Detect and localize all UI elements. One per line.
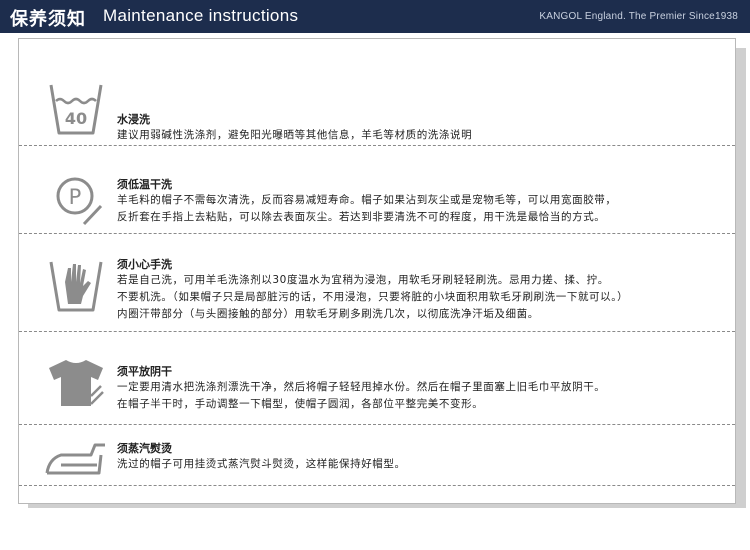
section-heading: 水浸洗 [117,113,150,126]
section-line: 若是自己洗，可用羊毛洗涤剂以30度温水为宜稍为浸泡，用软毛牙刷轻轻刷洗。忌用力搓… [117,274,609,286]
section-heading: 须小心手洗 [117,258,172,271]
section-line: 内圈汗带部分（与头圈接触的部分）用软毛牙刷多刷洗几次，以彻底洗净汗垢及细菌。 [117,308,539,320]
wash-40-icon: 40 [41,79,111,139]
section-line: 反折套在手指上去粘贴，可以除去表面灰尘。若达到非要清洗不可的程度，用干洗是最恰当… [117,211,606,223]
dry-clean-letter: P [69,185,82,209]
section-line: 羊毛料的帽子不需每次清洗，反而容易减短寿命。帽子如果沾到灰尘或是宠物毛等，可以用… [117,194,617,206]
section-heading: 须平放阴干 [117,365,172,378]
section-steam-iron: 须蒸汽熨烫 洗过的帽子可用挂烫式蒸汽熨斗熨烫，这样能保持好帽型。 [19,425,735,486]
page-title-en: Maintenance instructions [103,6,299,25]
section-flat-dry: 须平放阴干 一定要用清水把洗涤剂漂洗干净，然后将帽子轻轻甩掉水份。然后在帽子里面… [19,332,735,425]
hand-wash-icon [41,256,111,316]
steam-iron-icon [41,433,111,493]
page-title-cn: 保养须知 [10,9,86,30]
section-hand-wash: 须小心手洗 若是自己洗，可用羊毛洗涤剂以30度温水为宜稍为浸泡，用软毛牙刷轻轻刷… [19,234,735,332]
brand-tagline: KANGOL England. The Premier Since1938 [539,11,738,22]
section-wash: 40 水浸洗 建议用弱碱性洗涤剂，避免阳光曝晒等其他信息，羊毛等材质的洗涤说明 [19,39,735,146]
section-line: 建议用弱碱性洗涤剂，避免阳光曝晒等其他信息，羊毛等材质的洗涤说明 [117,129,473,141]
section-line: 一定要用清水把洗涤剂漂洗干净，然后将帽子轻轻甩掉水份。然后在帽子里面塞上旧毛巾平… [117,381,606,393]
section-heading: 须蒸汽熨烫 [117,442,172,455]
section-heading: 须低温干洗 [117,178,172,191]
wash-temperature-label: 40 [65,109,87,128]
flat-dry-shade-icon [41,354,111,414]
section-dry-clean: P 须低温干洗 羊毛料的帽子不需每次清洗，反而容易减短寿命。帽子如果沾到灰尘或是… [19,146,735,234]
header-bar: 保养须知 Maintenance instructions KANGOL Eng… [0,0,750,33]
section-line: 不要机洗。（如果帽子只是局部脏污的话，不用浸泡，只要将脏的小块面积用软毛牙刷刷洗… [117,291,629,303]
section-line: 洗过的帽子可用挂烫式蒸汽熨斗熨烫，这样能保持好帽型。 [117,458,406,470]
section-line: 在帽子半干时，手动调整一下帽型，使帽子圆润，各部位平整完美不变形。 [117,398,484,410]
dry-clean-p-icon: P [41,168,111,228]
instructions-card: 40 水浸洗 建议用弱碱性洗涤剂，避免阳光曝晒等其他信息，羊毛等材质的洗涤说明 … [18,38,736,504]
